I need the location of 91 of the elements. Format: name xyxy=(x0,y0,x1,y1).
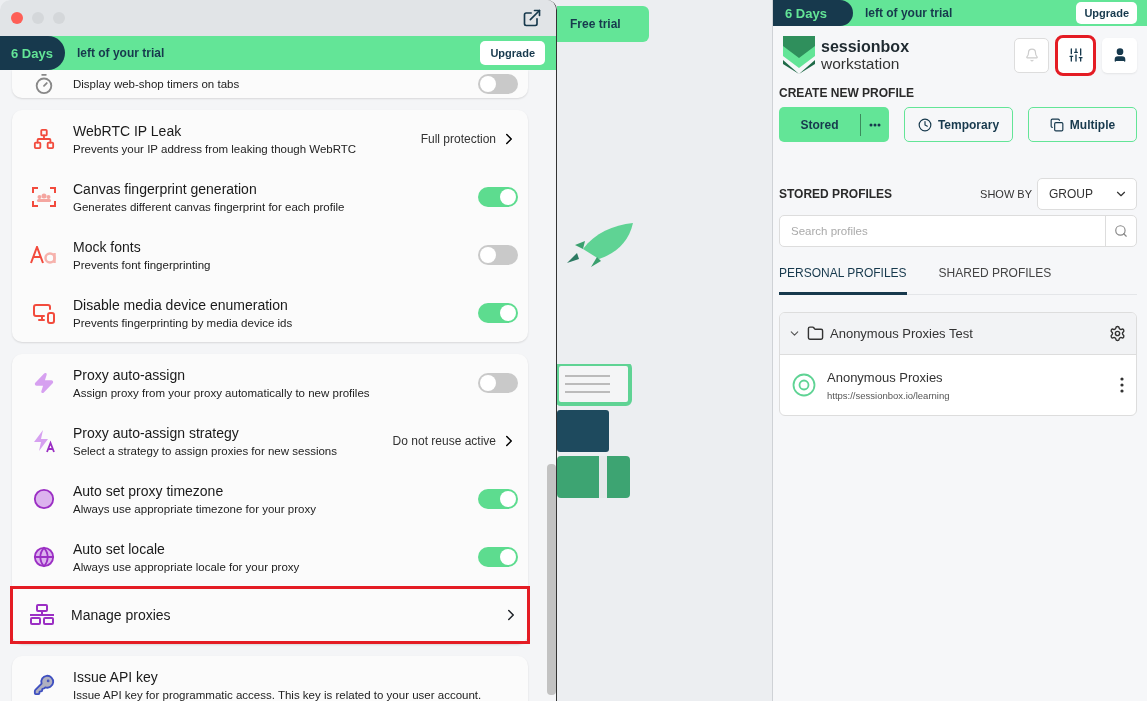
bell-icon xyxy=(1024,48,1039,62)
setting-title: Proxy auto-assign strategy xyxy=(73,425,240,441)
settings-row[interactable]: Auto set locale Always use appropriate locale for your proxy xyxy=(12,528,528,586)
settings-row[interactable]: Issue API key Issue API key for programmatic access. This key is related to your user account. xyxy=(12,656,528,701)
setting-title: Disable media device enumeration xyxy=(73,297,289,313)
settings-row[interactable]: Proxy auto-assign Assign proxy from your proxy automatically to new profiles xyxy=(12,354,528,412)
trial-days-badge: 6 Days xyxy=(773,0,853,26)
folder-icon xyxy=(807,325,824,342)
setting-title: Canvas fingerprint generation xyxy=(73,181,258,197)
search-icon xyxy=(1114,224,1128,238)
section-heading: CREATE NEW PROFILE xyxy=(779,86,916,100)
lightning-letter-icon xyxy=(32,429,56,453)
upgrade-button[interactable]: Upgrade xyxy=(1076,2,1137,24)
profile-name: Anonymous Proxies xyxy=(827,369,944,385)
upgrade-button[interactable]: Upgrade xyxy=(480,41,545,65)
key-icon xyxy=(33,674,55,696)
setting-description: Display web-shop timers on tabs xyxy=(73,78,241,90)
settings-row[interactable]: WebRTC IP Leak Prevents your IP address from leaking though WebRTC Full protection xyxy=(12,110,528,168)
settings-row[interactable]: Canvas fingerprint generation Generates different canvas fingerprint for each profile xyxy=(12,168,528,226)
temporary-button[interactable]: Temporary xyxy=(904,107,1013,142)
close-button[interactable] xyxy=(11,12,23,24)
setting-title: Proxy auto-assign xyxy=(73,367,187,383)
font-glyph-icon xyxy=(30,246,58,264)
devices-icon xyxy=(32,301,56,325)
trial-days-badge: 6 Days xyxy=(0,36,65,70)
group-by-dropdown[interactable]: GROUP xyxy=(1037,178,1137,210)
face-scan-icon xyxy=(32,187,56,207)
settings-row[interactable]: Proxy auto-assign strategy Select a strategy to assign proxies for new sessions Do not reuse active xyxy=(12,412,528,470)
setting-value: Do not reuse active xyxy=(392,434,496,448)
profile-status-icon xyxy=(792,373,816,397)
setting-description: Select a strategy to assign proxies for new sessions xyxy=(73,445,338,457)
toggle-switch[interactable] xyxy=(478,303,518,323)
setting-value-button[interactable]: Do not reuse active xyxy=(392,432,518,450)
setting-description: Issue API key for programmatic access. This key is related to your user account. xyxy=(73,689,483,701)
show-by-label: SHOW BY xyxy=(980,188,1032,200)
multiple-button[interactable]: Multiple xyxy=(1028,107,1137,142)
account-button[interactable] xyxy=(1102,37,1137,73)
vertical-dots-icon xyxy=(1120,377,1124,393)
logo-subtitle: workstation xyxy=(821,55,901,72)
setting-description: Assign proxy from your proxy automatically to new profiles xyxy=(73,387,371,399)
toggle-switch[interactable] xyxy=(478,547,518,567)
scrollbar-thumb[interactable] xyxy=(547,464,556,695)
group-name: Anonymous Proxies Test xyxy=(830,326,974,341)
toggle-switch[interactable] xyxy=(478,187,518,207)
settings-button[interactable] xyxy=(1109,325,1126,342)
setting-value-button[interactable]: Full protection xyxy=(420,130,518,148)
logo-icon xyxy=(783,36,815,74)
settings-row[interactable]: Disable media device enumeration Prevents fingerprinting by media device ids xyxy=(12,284,528,342)
network-icon xyxy=(29,604,55,626)
setting-description: Always use appropriate timezone for your proxy xyxy=(73,503,317,515)
profile-tab[interactable]: SHARED PROFILES xyxy=(938,256,1052,295)
timer-icon xyxy=(33,73,55,95)
lightning-icon xyxy=(33,372,55,394)
toggle-switch[interactable] xyxy=(478,74,518,94)
dots-icon xyxy=(869,122,881,127)
setting-title: Auto set locale xyxy=(73,541,166,557)
external-link-icon[interactable] xyxy=(522,8,542,28)
setting-title: Issue API key xyxy=(73,669,159,685)
free-trial-button[interactable]: Free trial xyxy=(557,6,649,42)
highlighted-settings-row[interactable]: Manage proxies xyxy=(10,586,530,644)
settings-row[interactable]: Mock fonts Prevents font fingerprinting xyxy=(12,226,528,284)
settings-row[interactable]: Auto set proxy timezone Always use appropriate timezone for your proxy xyxy=(12,470,528,528)
profile-row[interactable]: Anonymous Proxies https://sessionbox.io/learning xyxy=(780,355,1136,415)
sliders-icon xyxy=(1067,47,1084,63)
profile-url: https://sessionbox.io/learning xyxy=(827,389,951,401)
setting-title: Auto set proxy timezone xyxy=(73,483,225,499)
setting-title: Manage proxies xyxy=(71,607,172,623)
trial-text: left of your trial xyxy=(864,6,954,20)
setting-description: Prevents font fingerprinting xyxy=(73,259,212,271)
setting-title: Mock fonts xyxy=(73,239,142,255)
logo-name: sessionbox xyxy=(821,38,910,55)
setting-description: Prevents fingerprinting by media device ids xyxy=(73,317,294,329)
copy-icon xyxy=(1049,117,1064,132)
more-options-button[interactable] xyxy=(1120,377,1124,393)
setting-value: Full protection xyxy=(420,132,496,146)
toggle-switch[interactable] xyxy=(478,245,518,265)
settings-row[interactable]: Display web-shop timers on tabs xyxy=(12,70,528,98)
globe-icon xyxy=(33,546,55,568)
trial-text: left of your trial xyxy=(76,46,166,60)
stored-button[interactable]: Stored xyxy=(779,113,861,136)
setting-description: Prevents your IP address from leaking though WebRTC xyxy=(73,143,358,155)
section-heading: STORED PROFILES xyxy=(779,187,893,201)
setting-description: Always use appropriate locale for your proxy xyxy=(73,561,301,573)
settings-icon xyxy=(1109,325,1126,342)
toggle-switch[interactable] xyxy=(478,489,518,509)
toggle-switch[interactable] xyxy=(478,373,518,393)
profile-tab[interactable]: PERSONAL PROFILES xyxy=(779,256,907,295)
network-icon xyxy=(33,128,55,150)
setting-title: WebRTC IP Leak xyxy=(73,123,183,139)
setting-description: Generates different canvas fingerprint for each profile xyxy=(73,201,346,213)
settings-button[interactable] xyxy=(1058,37,1093,73)
